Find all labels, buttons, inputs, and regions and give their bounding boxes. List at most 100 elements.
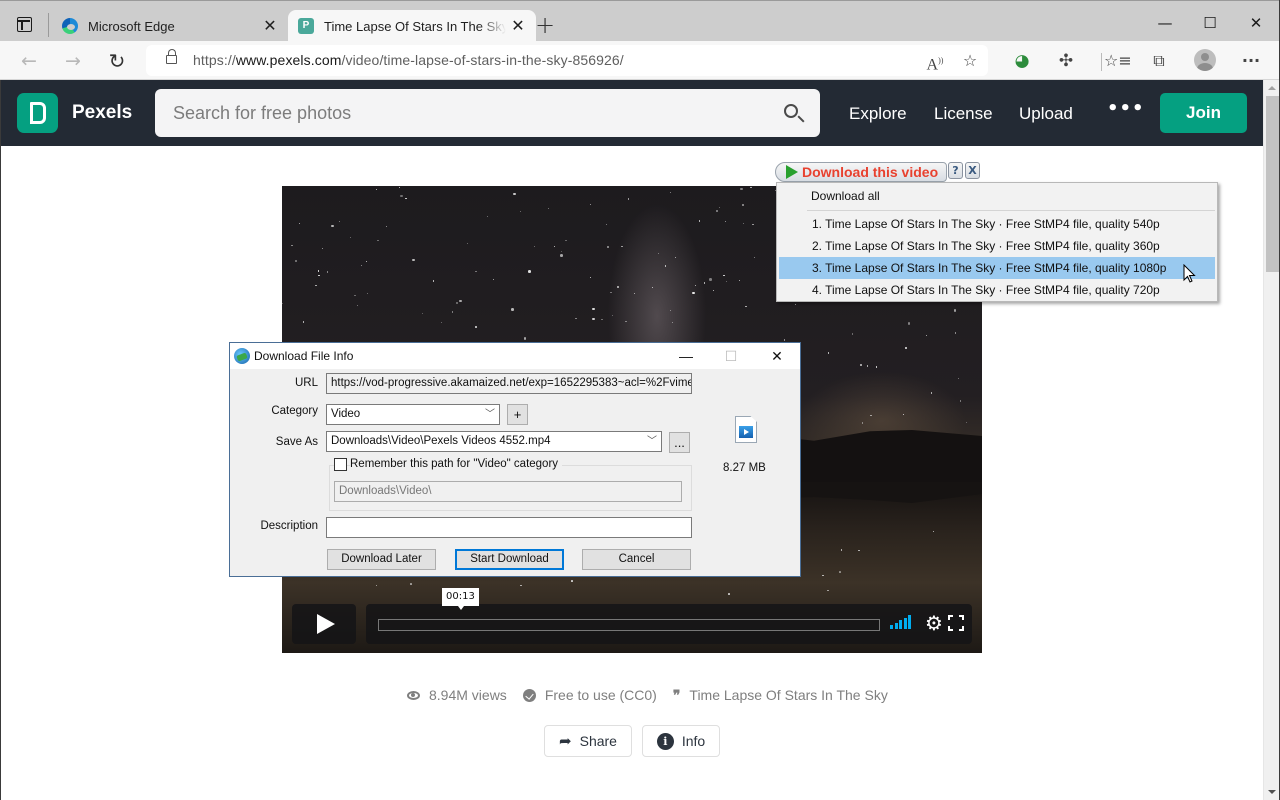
idm-close-button[interactable]: X <box>965 162 980 179</box>
download-all-item[interactable]: Download all <box>811 189 880 203</box>
seek-bar[interactable] <box>378 619 880 631</box>
pexels-brand[interactable]: Pexels <box>72 102 132 124</box>
lock-icon[interactable] <box>166 49 177 64</box>
pexels-logo-icon[interactable] <box>17 93 58 133</box>
star <box>709 278 712 281</box>
download-this-video-label: Download this video <box>802 164 939 180</box>
minimize-window-button[interactable]: — <box>1142 9 1188 37</box>
category-select[interactable]: Video ﹀ <box>326 404 500 425</box>
star <box>621 246 623 248</box>
star <box>601 318 603 321</box>
title-stat: ❞ Time Lapse Of Stars In The Sky <box>673 687 888 703</box>
more-menu-button[interactable]: ••• <box>1107 98 1145 119</box>
save-as-value: Downloads\Video\Pexels Videos 4552.mp4 <box>331 435 551 447</box>
star <box>493 278 495 280</box>
quality-item[interactable]: 2. Time Lapse Of Stars In The Sky · Free… <box>779 235 1215 257</box>
search-input[interactable] <box>173 101 753 125</box>
star <box>902 413 905 415</box>
start-download-button[interactable]: Start Download <box>455 549 564 570</box>
star <box>295 260 297 262</box>
star <box>738 279 740 282</box>
fullscreen-icon[interactable] <box>948 615 964 631</box>
star-reflection <box>520 584 522 587</box>
star <box>926 334 928 336</box>
settings-gear-icon[interactable]: ⚙ <box>924 613 944 633</box>
url-field[interactable]: https://vod-progressive.akamaized.net/ex… <box>326 373 692 394</box>
idm-help-button[interactable]: ? <box>948 162 963 179</box>
star <box>860 364 862 366</box>
star <box>315 284 317 287</box>
remember-path-checkbox[interactable] <box>334 458 347 471</box>
maximize-window-button[interactable]: ☐ <box>1187 9 1233 37</box>
refresh-button[interactable]: ↻ <box>103 47 131 75</box>
dialog-minimize-button[interactable]: — <box>671 345 701 367</box>
views-count: 8.94M views <box>429 687 507 703</box>
back-button[interactable]: ← <box>15 47 43 75</box>
star <box>339 220 341 222</box>
nav-upload[interactable]: Upload <box>1019 104 1073 124</box>
join-button[interactable]: Join <box>1160 93 1247 133</box>
volume-icon[interactable] <box>890 615 912 629</box>
play-button[interactable] <box>292 604 356 644</box>
scroll-down-arrow-icon[interactable] <box>1268 790 1276 794</box>
browse-button[interactable]: ... <box>669 432 690 453</box>
star <box>953 309 957 312</box>
pexels-favicon-icon: P <box>298 18 314 34</box>
close-window-button[interactable]: ✕ <box>1233 9 1279 37</box>
star <box>611 314 614 316</box>
dialog-close-button[interactable]: ✕ <box>762 345 792 367</box>
quality-item[interactable]: 4. Time Lapse Of Stars In The Sky · Free… <box>779 279 1215 301</box>
favorites-icon[interactable]: ☆≡ <box>1104 49 1132 73</box>
tab-actions-icon[interactable] <box>17 17 32 32</box>
quality-item[interactable]: 1. Time Lapse Of Stars In The Sky · Free… <box>779 213 1215 235</box>
address-bar[interactable]: https://www.pexels.com/video/time-lapse-… <box>146 45 988 76</box>
star <box>400 194 403 198</box>
dialog-titlebar[interactable]: Download File Info — ☐ ✕ <box>230 343 800 369</box>
license-stat[interactable]: Free to use (CC0) <box>522 687 657 703</box>
quality-item-selected[interactable]: 3. Time Lapse Of Stars In The Sky · Free… <box>779 257 1215 279</box>
tab-microsoft-edge[interactable]: Microsoft Edge ✕ <box>52 10 288 42</box>
search-icon[interactable] <box>784 104 798 118</box>
star <box>715 209 719 213</box>
info-button[interactable]: i Info <box>642 725 720 757</box>
read-aloud-icon[interactable]: A)) <box>923 49 947 73</box>
scrollbar-thumb[interactable] <box>1266 96 1279 272</box>
star <box>589 276 591 278</box>
star <box>575 318 577 320</box>
download-later-button[interactable]: Download Later <box>327 549 436 570</box>
idm-extension-icon[interactable]: ◕ <box>1010 49 1034 73</box>
close-tab-icon[interactable]: ✕ <box>258 16 282 36</box>
page-scrollbar[interactable] <box>1263 80 1280 800</box>
new-tab-button[interactable]: + <box>533 10 557 40</box>
star <box>692 291 695 295</box>
cancel-button[interactable]: Cancel <box>582 549 691 570</box>
save-as-combobox[interactable]: Downloads\Video\Pexels Videos 4552.mp4 ﹀ <box>326 431 662 452</box>
extensions-icon[interactable]: ✣ <box>1054 49 1078 73</box>
star <box>299 223 301 225</box>
star <box>698 220 701 222</box>
download-this-video-button[interactable]: Download this video <box>775 162 947 182</box>
share-button[interactable]: ➦ Share <box>544 725 632 757</box>
add-category-button[interactable]: + <box>507 404 528 425</box>
star <box>317 270 319 272</box>
more-icon[interactable]: ··· <box>1239 49 1263 73</box>
share-label: Share <box>579 733 617 749</box>
address-url[interactable]: https://www.pexels.com/video/time-lapse-… <box>193 52 624 68</box>
volume-bar <box>908 615 911 629</box>
nav-explore[interactable]: Explore <box>849 104 907 124</box>
remember-path-label[interactable]: Remember this path for "Video" category <box>350 458 563 470</box>
nav-license[interactable]: License <box>934 104 993 124</box>
star <box>742 204 744 206</box>
forward-button[interactable]: → <box>59 47 87 75</box>
volume-bar <box>890 625 893 629</box>
tab-pexels-video[interactable]: P Time Lapse Of Stars In The Sky · Free … <box>288 10 536 42</box>
save-as-label: Save As <box>275 436 318 448</box>
collections-icon[interactable]: ⧉ <box>1147 49 1171 73</box>
scroll-up-arrow-icon[interactable] <box>1268 86 1276 90</box>
close-tab-icon[interactable]: ✕ <box>506 16 530 36</box>
profile-avatar[interactable] <box>1194 49 1216 71</box>
video-meta: 8.94M views Free to use (CC0) ❞ Time Laps… <box>407 687 904 703</box>
video-file-icon <box>735 416 757 443</box>
description-input[interactable] <box>326 517 692 538</box>
add-favorite-icon[interactable]: ☆ <box>958 49 982 73</box>
